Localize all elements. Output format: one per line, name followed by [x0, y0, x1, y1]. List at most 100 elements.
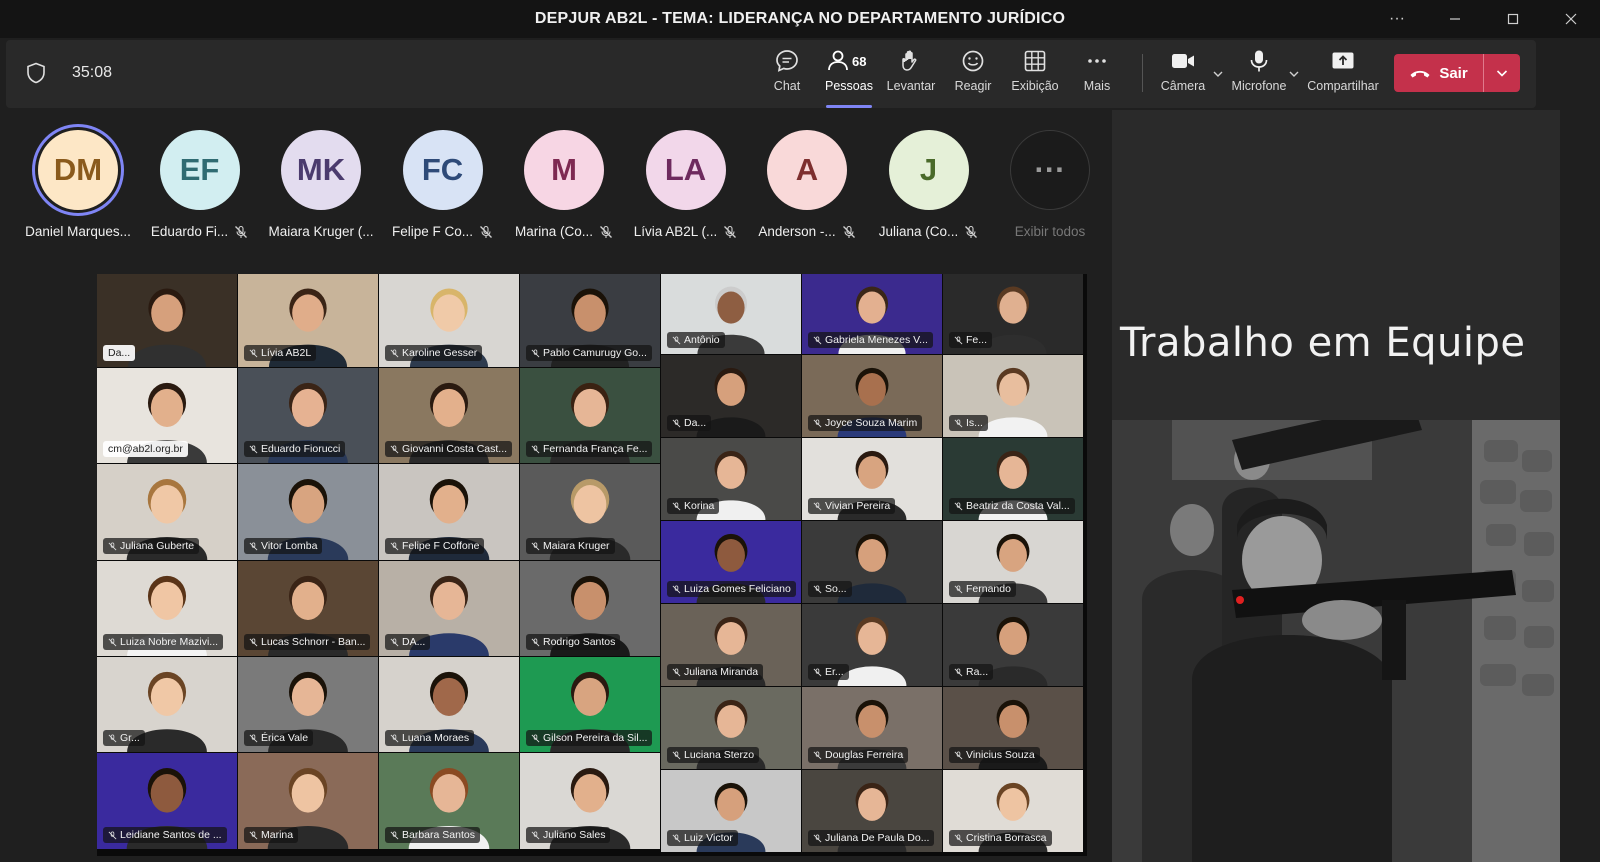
video-tile[interactable]: Fernando	[943, 521, 1083, 603]
participant-avatar[interactable]: EF Eduardo Fi...	[141, 130, 259, 239]
video-tile[interactable]: Vivian Pereira	[802, 438, 942, 520]
video-tile[interactable]: Juliana Guberte	[97, 464, 237, 560]
video-tile[interactable]: Eduardo Fiorucci	[238, 368, 378, 463]
video-tile[interactable]: Lucas Schnorr - Ban...	[238, 561, 378, 656]
video-tile[interactable]: Beatriz da Costa Val...	[943, 438, 1083, 520]
chat-icon	[776, 50, 798, 72]
video-tile[interactable]: Vitor Lomba	[238, 464, 378, 560]
avatar-name-text: Maiara Kruger (...	[268, 224, 374, 239]
video-tile[interactable]: Fernanda França Fe...	[520, 368, 660, 463]
participant-name-label: Lucas Schnorr - Ban...	[244, 634, 371, 650]
video-tile[interactable]: Juliana Miranda	[661, 604, 801, 686]
more-options-icon[interactable]: ···	[1368, 0, 1426, 38]
participant-name-label: So...	[808, 581, 852, 597]
participant-name-label: cm@ab2l.org.br	[103, 441, 188, 457]
participant-name: Érica Vale	[261, 732, 309, 744]
show-all-participants-button[interactable]: ··· Exibir todos	[991, 130, 1109, 239]
video-tile[interactable]: Giovanni Costa Cast...	[379, 368, 519, 463]
maximize-button[interactable]	[1484, 0, 1542, 38]
video-tile[interactable]: Marina	[238, 753, 378, 849]
video-tile[interactable]: Da...	[97, 274, 237, 367]
participant-name: So...	[825, 583, 847, 595]
video-tile[interactable]: Da...	[661, 355, 801, 437]
close-button[interactable]	[1542, 0, 1600, 38]
people-icon	[828, 50, 848, 71]
participant-name-label: Korina	[667, 498, 720, 514]
avatar-name: Eduardo Fi...	[151, 224, 248, 239]
video-tile[interactable]: Juliana De Paula Do...	[802, 770, 942, 852]
video-tile[interactable]: Lívia AB2L	[238, 274, 378, 367]
shield-icon[interactable]	[26, 62, 46, 84]
microphone-button[interactable]: Microfone	[1228, 48, 1290, 104]
video-tile[interactable]: Érica Vale	[238, 657, 378, 752]
video-tile[interactable]: Korina	[661, 438, 801, 520]
video-tile[interactable]: Joyce Souza Marim	[802, 355, 942, 437]
video-tile[interactable]: Antônio	[661, 274, 801, 354]
video-tile[interactable]: Douglas Ferreira	[802, 687, 942, 769]
participant-name: Juliana Guberte	[120, 540, 195, 552]
video-tile[interactable]: Pablo Camurugy Go...	[520, 274, 660, 367]
video-tile[interactable]: cm@ab2l.org.br	[97, 368, 237, 463]
raise-hand-button[interactable]: Levantar	[880, 48, 942, 104]
video-tile[interactable]: Felipe F Coffone	[379, 464, 519, 560]
share-button[interactable]: Compartilhar	[1307, 48, 1379, 104]
microphone-label: Microfone	[1231, 79, 1287, 93]
video-tile[interactable]: Luana Moraes	[379, 657, 519, 752]
mic-off-icon	[842, 225, 855, 238]
video-tile[interactable]: Karoline Gesser	[379, 274, 519, 367]
slide-header: Trabalho em Equipe	[1112, 110, 1560, 420]
participant-name-label: Leidiane Santos de ...	[103, 827, 227, 843]
microphone-options-chevron-icon[interactable]	[1288, 68, 1300, 80]
participant-avatar[interactable]: M Marina (Co...	[505, 130, 623, 239]
video-tile[interactable]: Luiza Gomes Feliciano	[661, 521, 801, 603]
video-tile[interactable]: So...	[802, 521, 942, 603]
video-tile[interactable]: Cristina Borrasca	[943, 770, 1083, 852]
minimize-button[interactable]	[1426, 0, 1484, 38]
view-button[interactable]: Exibição	[1004, 48, 1066, 104]
video-tile[interactable]: Luiz Victor	[661, 770, 801, 852]
participant-avatar[interactable]: FC Felipe F Co...	[384, 130, 502, 239]
video-tile[interactable]: Luiza Nobre Mazivi...	[97, 561, 237, 656]
video-tile[interactable]: Juliano Sales	[520, 753, 660, 849]
mic-off-icon	[954, 750, 963, 759]
video-tile[interactable]: Rodrigo Santos	[520, 561, 660, 656]
video-tile[interactable]: Fe...	[943, 274, 1083, 354]
participant-name: Korina	[684, 500, 715, 512]
video-tile[interactable]: Vinicius Souza	[943, 687, 1083, 769]
video-tile[interactable]: Barbara Santos	[379, 753, 519, 849]
camera-button[interactable]: Câmera	[1152, 48, 1214, 104]
mic-off-icon	[390, 830, 399, 839]
participant-avatar[interactable]: MK Maiara Kruger (...	[262, 130, 380, 239]
avatar-initials: A	[767, 130, 847, 210]
more-button[interactable]: Mais	[1066, 48, 1128, 104]
video-tile[interactable]: Ra...	[943, 604, 1083, 686]
video-tile[interactable]: Leidiane Santos de ...	[97, 753, 237, 849]
participant-name-label: Ra...	[949, 664, 994, 680]
avatar-name-text: Eduardo Fi...	[150, 224, 229, 239]
camera-options-chevron-icon[interactable]	[1212, 68, 1224, 80]
participant-avatar[interactable]: LA Lívia AB2L (...	[627, 130, 745, 239]
video-tile[interactable]: Is...	[943, 355, 1083, 437]
video-tile[interactable]: Gabriela Menezes V...	[802, 274, 942, 354]
leave-options-button[interactable]	[1484, 54, 1520, 92]
participant-name-label: Juliana Guberte	[103, 538, 200, 554]
video-tile[interactable]: Gilson Pereira da Sil...	[520, 657, 660, 752]
video-tile[interactable]: Gr...	[97, 657, 237, 752]
people-button[interactable]: 68 Pessoas	[818, 48, 880, 108]
video-tile[interactable]: DA...	[379, 561, 519, 656]
participant-name: Luana Moraes	[402, 732, 470, 744]
avatar-name-text: Felipe F Co...	[391, 224, 474, 239]
participant-name-label: Beatriz da Costa Val...	[949, 498, 1075, 514]
participant-avatar[interactable]: J Juliana (Co...	[870, 130, 988, 239]
chat-button[interactable]: Chat	[756, 48, 818, 104]
leave-button[interactable]: Sair	[1394, 54, 1484, 92]
video-tile[interactable]: Er...	[802, 604, 942, 686]
video-tile[interactable]: Maiara Kruger	[520, 464, 660, 560]
participant-name-label: Felipe F Coffone	[385, 538, 485, 554]
participant-avatar[interactable]: DM Daniel Marques...	[19, 130, 137, 239]
video-tile[interactable]: Luciana Sterzo	[661, 687, 801, 769]
participant-avatar[interactable]: A Anderson -...	[748, 130, 866, 239]
react-button[interactable]: Reagir	[942, 48, 1004, 104]
participant-name: Marina	[261, 829, 294, 841]
avatar-name-text: Juliana (Co...	[878, 224, 959, 239]
